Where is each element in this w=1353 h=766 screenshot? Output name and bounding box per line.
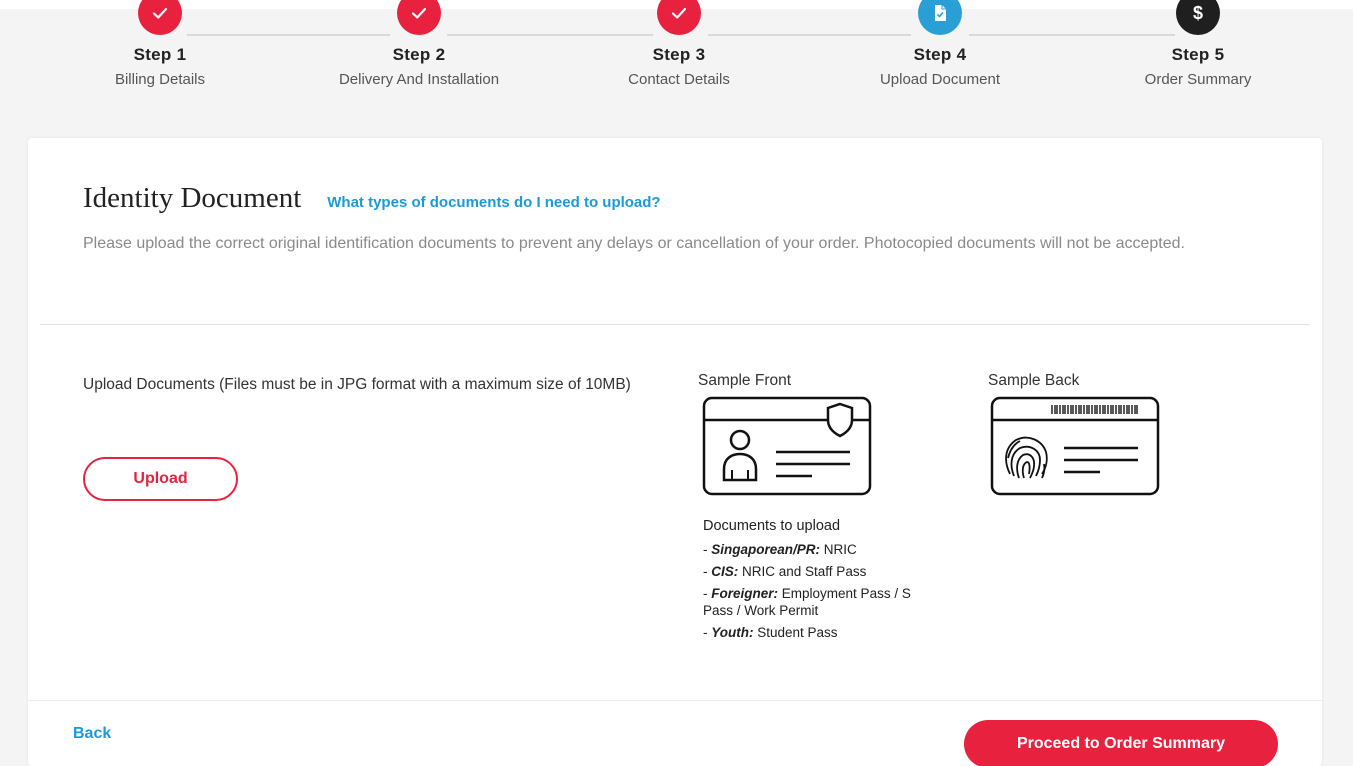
- step-title: Upload Document: [879, 71, 1001, 88]
- document-category: Singaporean/PR:: [711, 542, 821, 557]
- step-4[interactable]: Step 4 Upload Document: [810, 0, 1070, 88]
- step-1[interactable]: Step 1 Billing Details: [30, 0, 290, 88]
- dollar-icon: $: [1176, 0, 1220, 35]
- step-number: Step 2: [392, 45, 446, 64]
- heading-row: Identity Document What types of document…: [83, 182, 661, 215]
- list-item: - Foreigner: Employment Pass / S Pass / …: [703, 586, 911, 618]
- document-types: NRIC: [823, 542, 857, 557]
- document-category: CIS:: [711, 564, 739, 579]
- upload-button[interactable]: Upload: [83, 457, 238, 501]
- documents-title: Documents to upload: [703, 518, 841, 534]
- document-types: Student Pass: [757, 625, 838, 640]
- step-number: Step 3: [652, 45, 706, 64]
- divider: [40, 324, 1310, 325]
- check-icon: [138, 0, 182, 35]
- upload-instructions: Upload Documents (Files must be in JPG f…: [83, 376, 631, 393]
- section-title: Identity Document: [83, 182, 302, 214]
- document-category: Youth:: [711, 625, 754, 640]
- step-2[interactable]: Step 2 Delivery And Installation: [289, 0, 549, 88]
- list-item: - CIS: NRIC and Staff Pass: [703, 564, 867, 579]
- id-card-back-icon: [990, 396, 1160, 496]
- list-item: - Singaporean/PR: NRIC: [703, 542, 857, 557]
- step-title: Billing Details: [114, 71, 206, 88]
- sample-front-label: Sample Front: [698, 372, 792, 389]
- checkout-stepper: Step 1 Billing Details Step 2 Delivery A…: [0, 0, 1353, 130]
- document-types: NRIC and Staff Pass: [742, 564, 867, 579]
- step-title: Delivery And Installation: [338, 71, 500, 88]
- proceed-to-order-summary-button[interactable]: Proceed to Order Summary: [964, 720, 1278, 766]
- check-icon: [397, 0, 441, 35]
- step-3[interactable]: Step 3 Contact Details: [549, 0, 809, 88]
- footer-divider: [28, 700, 1322, 701]
- list-item: - Youth: Student Pass: [703, 625, 838, 640]
- back-link[interactable]: Back: [73, 725, 111, 743]
- document-types-help-link[interactable]: What types of documents do I need to upl…: [327, 194, 660, 211]
- step-number: Step 5: [1171, 45, 1225, 64]
- section-description: Please upload the correct original ident…: [83, 235, 1185, 252]
- id-card-front-icon: [702, 396, 872, 496]
- step-title: Order Summary: [1144, 71, 1252, 88]
- step-number: Step 1: [133, 45, 187, 64]
- sample-back-label: Sample Back: [988, 372, 1080, 389]
- step-number: Step 4: [913, 45, 967, 64]
- step-title: Contact Details: [628, 71, 730, 88]
- identity-document-card: Identity Document What types of document…: [28, 138, 1322, 766]
- step-5[interactable]: $ Step 5 Order Summary: [1068, 0, 1328, 88]
- check-icon: [657, 0, 701, 35]
- document-icon: [918, 0, 962, 35]
- dollar-symbol: $: [1192, 2, 1203, 23]
- documents-to-upload-list: Documents to upload - Singaporean/PR: NR…: [703, 518, 963, 646]
- document-category: Foreigner:: [711, 586, 779, 601]
